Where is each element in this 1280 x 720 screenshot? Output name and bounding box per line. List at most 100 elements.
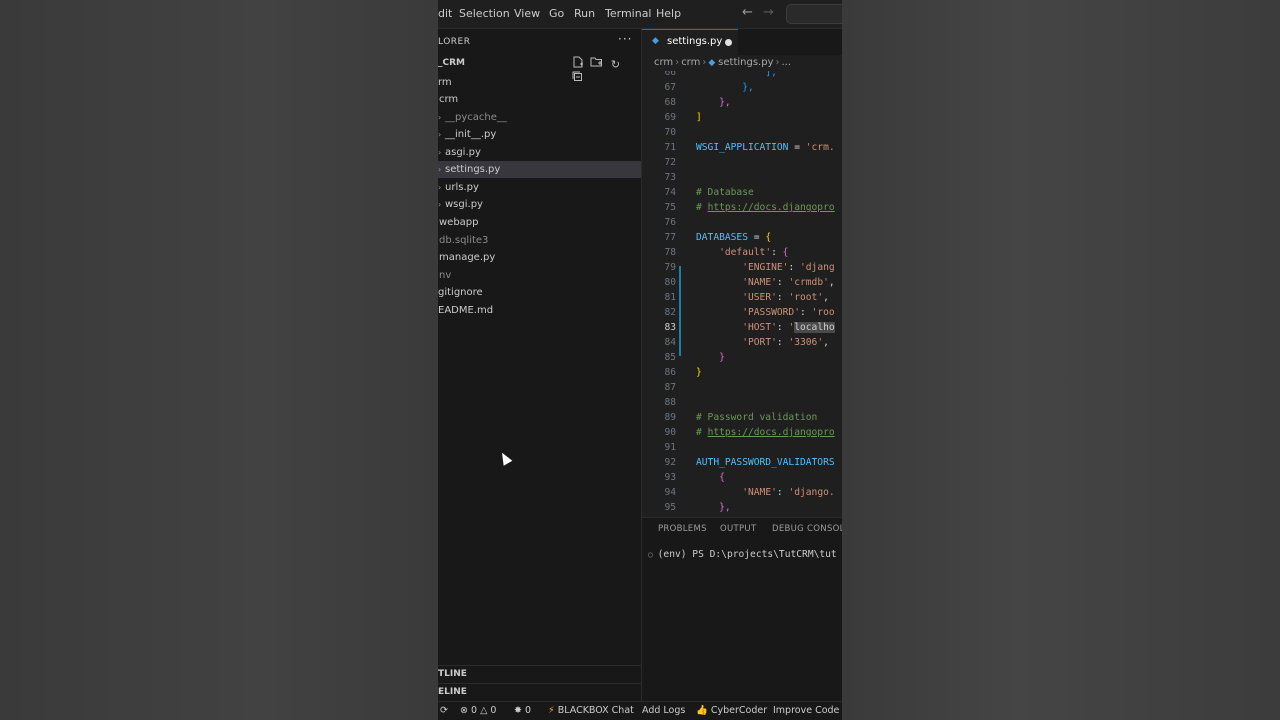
- code-line[interactable]: 67 },: [642, 80, 842, 95]
- tree-item-asgi-py[interactable]: › asgi.py: [438, 144, 641, 161]
- code-line[interactable]: 78 'default': {: [642, 245, 842, 260]
- warning-count: 0: [490, 705, 497, 716]
- tree-item-wsgi-py[interactable]: › wsgi.py: [438, 196, 641, 213]
- tree-item-init-py[interactable]: › __init__.py: [438, 126, 641, 143]
- tree-item-gitignore[interactable]: gitignore: [438, 284, 641, 301]
- unsaved-dot-icon[interactable]: [725, 39, 732, 46]
- tree-item-crm-root[interactable]: rm: [438, 74, 641, 91]
- code-line[interactable]: 93 {: [642, 470, 842, 485]
- cybercoder-button[interactable]: 👍 CyberCoder: [696, 705, 767, 716]
- code-text: },: [696, 80, 754, 95]
- code-token: 'root': [788, 292, 824, 303]
- code-editor[interactable]: 66 ], 67 }, 68 }, 69] 70 71 WSGI_APPLICATION =…: [642, 71, 842, 517]
- code-line[interactable]: 94 'NAME': 'django.: [642, 485, 842, 500]
- tab-output[interactable]: OUTPUT: [720, 524, 756, 534]
- code-line[interactable]: 68 },: [642, 95, 842, 110]
- code-line[interactable]: 85 }: [642, 350, 842, 365]
- terminal-output[interactable]: ○ (env) PS D:\projects\TutCRM\tut: [648, 549, 837, 560]
- code-line[interactable]: 87: [642, 380, 842, 395]
- python-file-icon: ◆: [652, 36, 659, 46]
- code-line[interactable]: 70: [642, 125, 842, 140]
- code-line[interactable]: 77 DATABASES = {: [642, 230, 842, 245]
- code-line[interactable]: 89 # Password validation: [642, 410, 842, 425]
- code-line[interactable]: 91: [642, 440, 842, 455]
- sync-icon[interactable]: ⟳: [440, 705, 448, 716]
- tree-item-urls-py[interactable]: › urls.py: [438, 179, 641, 196]
- tree-item-webapp[interactable]: webapp: [438, 214, 641, 231]
- improve-code-button[interactable]: Improve Code: [773, 705, 839, 716]
- breadcrumb-symbols[interactable]: ...: [782, 57, 792, 68]
- code-line[interactable]: 69]: [642, 110, 842, 125]
- menu-selection[interactable]: Selection: [459, 7, 510, 20]
- code-line[interactable]: 72: [642, 155, 842, 170]
- code-token: :: [776, 292, 789, 303]
- tab-problems[interactable]: PROBLEMS: [658, 524, 707, 534]
- tree-item-readme[interactable]: EADME.md: [438, 302, 641, 319]
- thumbs-up-icon: 👍: [696, 705, 708, 716]
- breadcrumb-crm-root[interactable]: crm: [654, 57, 673, 68]
- code-line[interactable]: 92 AUTH_PASSWORD_VALIDATORS: [642, 455, 842, 470]
- code-token: 'crm.: [805, 142, 835, 153]
- breadcrumb-crm[interactable]: crm: [681, 57, 700, 68]
- blackbox-chat-button[interactable]: ⚡ BLACKBOX Chat: [548, 705, 634, 716]
- code-line[interactable]: 83 'HOST': 'localho: [642, 320, 842, 335]
- code-line[interactable]: 74 # Database: [642, 185, 842, 200]
- more-actions-icon[interactable]: ···: [618, 32, 632, 46]
- menu-run[interactable]: Run: [574, 7, 595, 20]
- new-folder-icon[interactable]: [589, 56, 604, 71]
- tree-item-pycache[interactable]: › __pycache__: [438, 109, 641, 126]
- project-folder-header[interactable]: _CRM: [438, 58, 465, 68]
- code-line[interactable]: 73: [642, 170, 842, 185]
- menu-go[interactable]: Go: [549, 7, 564, 20]
- tree-item-env[interactable]: nv: [438, 267, 641, 284]
- code-line[interactable]: 80 'NAME': 'crmdb',: [642, 275, 842, 290]
- code-token: # Password validation: [696, 412, 818, 423]
- editor-tab-bar: ◆ settings.py: [642, 29, 842, 56]
- code-line[interactable]: 79 'ENGINE': 'djang: [642, 260, 842, 275]
- ports-status[interactable]: ✸ 0: [514, 705, 531, 716]
- error-count: 0: [471, 705, 478, 716]
- code-line[interactable]: 86}: [642, 365, 842, 380]
- menu-help[interactable]: Help: [656, 7, 681, 20]
- code-line[interactable]: 76: [642, 215, 842, 230]
- code-line[interactable]: 71 WSGI_APPLICATION = 'crm.: [642, 140, 842, 155]
- forward-arrow-icon[interactable]: →: [763, 5, 774, 20]
- outline-section-header[interactable]: TLINE: [438, 665, 641, 683]
- code-token: {: [782, 247, 789, 258]
- tree-item-db-sqlite3[interactable]: db.sqlite3: [438, 232, 641, 249]
- tab-debug-console[interactable]: DEBUG CONSOLE: [772, 524, 842, 534]
- code-line[interactable]: 95 },: [642, 500, 842, 515]
- code-line[interactable]: 82 'PASSWORD': 'roo: [642, 305, 842, 320]
- menu-view[interactable]: View: [514, 7, 540, 20]
- breadcrumb-settings-py[interactable]: settings.py: [718, 57, 773, 68]
- new-file-icon[interactable]: [570, 56, 585, 71]
- back-arrow-icon[interactable]: ←: [742, 5, 753, 20]
- tab-settings-py[interactable]: ◆ settings.py: [642, 29, 738, 56]
- breadcrumb: crm › crm › ◆ settings.py ›...: [654, 57, 791, 68]
- tree-item-settings-py[interactable]: › settings.py: [438, 161, 641, 178]
- tree-item-crm[interactable]: crm: [438, 91, 641, 108]
- code-line[interactable]: 88: [642, 395, 842, 410]
- command-center-search[interactable]: [786, 4, 842, 24]
- refresh-icon[interactable]: ↻: [608, 58, 623, 71]
- timeline-section-header[interactable]: ELINE: [438, 683, 641, 701]
- code-line[interactable]: 84 'PORT': '3306',: [642, 335, 842, 350]
- tree-item-label: webapp: [439, 217, 479, 228]
- code-token: https://docs.djangopro: [707, 427, 835, 438]
- tree-item-label: db.sqlite3: [439, 235, 489, 246]
- menu-terminal[interactable]: Terminal: [605, 7, 652, 20]
- code-line[interactable]: 90 # https://docs.djangopro: [642, 425, 842, 440]
- add-logs-button[interactable]: Add Logs: [642, 705, 685, 716]
- line-number: 72: [664, 157, 676, 168]
- problems-status[interactable]: ⊗ 0 △ 0: [460, 705, 496, 716]
- terminal-prompt: (env) PS D:\projects\TutCRM\tut: [657, 549, 837, 560]
- tree-item-manage-py[interactable]: manage.py: [438, 249, 641, 266]
- tree-item-label: crm: [439, 94, 459, 105]
- menu-edit[interactable]: dit: [438, 7, 452, 20]
- code-line[interactable]: 75 # https://docs.djangopro: [642, 200, 842, 215]
- code-token: {: [765, 232, 772, 243]
- code-line[interactable]: 66 ],: [642, 71, 842, 80]
- line-number: 69: [664, 112, 676, 123]
- code-line[interactable]: 81 'USER': 'root',: [642, 290, 842, 305]
